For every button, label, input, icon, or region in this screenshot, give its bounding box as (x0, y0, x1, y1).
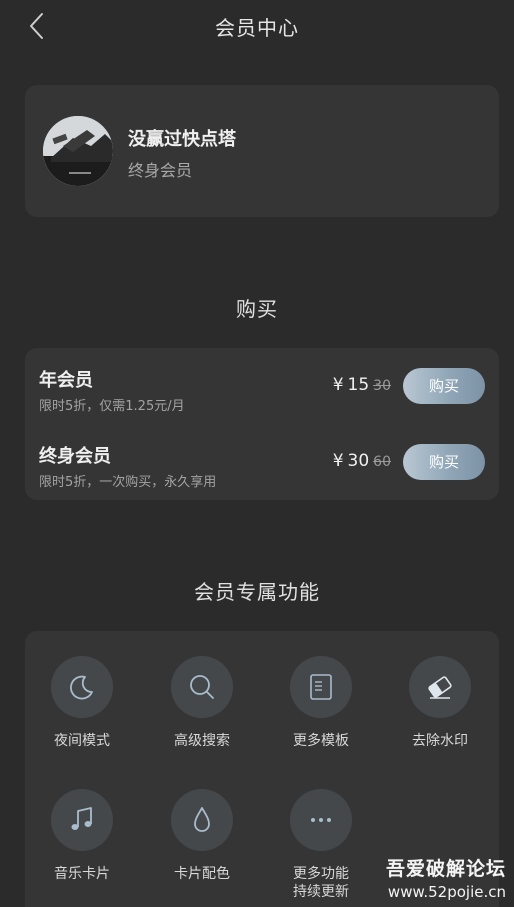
feature-label-line1: 更多功能 (293, 866, 349, 882)
feature-label: 更多功能 持续更新 (266, 865, 376, 901)
feature-label: 音乐卡片 (54, 866, 110, 882)
original-price: 60 (373, 454, 391, 470)
current-price: 30 (347, 451, 370, 471)
moon-icon (70, 675, 93, 700)
plan-description: 限时5折，一次购买，永久享用 (39, 475, 217, 490)
feature-icon-circle (409, 656, 471, 718)
watermark-title: 吾爱破解论坛 (385, 858, 506, 880)
profile-card: 没赢过快点塔 终身会员 (25, 85, 499, 217)
membership-page: 会员中心 没赢过快点塔 终身会员 购买 年会员 限时5折，仅需1.25元/月 ¥… (0, 0, 514, 907)
feature-more-templates[interactable]: 更多模板 (266, 656, 376, 750)
feature-icon-circle (171, 656, 233, 718)
feature-icon-circle (51, 789, 113, 851)
feature-label: 卡片配色 (174, 866, 230, 882)
original-price: 30 (373, 378, 391, 394)
search-icon (190, 675, 214, 699)
feature-icon-circle (290, 789, 352, 851)
more-dots-icon (311, 818, 331, 822)
plan-name: 年会员 (39, 370, 93, 391)
nav-header: 会员中心 (0, 0, 514, 56)
profile-name: 没赢过快点塔 (128, 129, 236, 150)
feature-label: 夜间模式 (54, 733, 110, 749)
feature-advanced-search[interactable]: 高级搜索 (147, 656, 257, 750)
feature-label: 去除水印 (412, 733, 468, 749)
music-note-icon (71, 807, 92, 830)
feature-icon-circle (171, 789, 233, 851)
feature-icon-circle (290, 656, 352, 718)
currency-symbol: ¥ (332, 451, 344, 471)
membership-status: 终身会员 (128, 161, 193, 180)
feature-icon-circle (51, 656, 113, 718)
features-section-title: 会员专属功能 (194, 580, 320, 604)
eraser-icon (428, 676, 452, 699)
feature-more-coming[interactable]: 更多功能 持续更新 (266, 789, 376, 901)
feature-remove-watermark[interactable]: 去除水印 (385, 656, 495, 750)
avatar-image (43, 116, 113, 186)
page-title: 会员中心 (215, 16, 299, 40)
feature-label: 高级搜索 (174, 733, 230, 749)
buy-lifetime-button[interactable]: 购买 (403, 444, 485, 480)
purchase-card: 年会员 限时5折，仅需1.25元/月 ¥15 30 购买 终身会员 限时5折，一次… (25, 348, 499, 500)
feature-card-color[interactable]: 卡片配色 (147, 789, 257, 883)
feature-label: 更多模板 (293, 733, 349, 749)
avatar[interactable] (43, 116, 113, 186)
template-icon (310, 674, 332, 700)
plan-row-annual: 年会员 限时5折，仅需1.25元/月 ¥15 30 购买 (25, 363, 499, 433)
current-price: 15 (347, 375, 370, 395)
buy-annual-button[interactable]: 购买 (403, 368, 485, 404)
feature-night-mode[interactable]: 夜间模式 (27, 656, 137, 750)
droplet-icon (194, 807, 210, 832)
watermark-url: www.52pojie.cn (387, 883, 506, 901)
plan-price: ¥15 30 (333, 375, 391, 395)
purchase-section-title: 购买 (236, 297, 278, 321)
plan-name: 终身会员 (39, 446, 111, 467)
feature-label-line2: 持续更新 (293, 884, 349, 900)
plan-description: 限时5折，仅需1.25元/月 (39, 399, 185, 414)
forum-watermark: 吾爱破解论坛 www.52pojie.cn (386, 854, 506, 901)
feature-music-card[interactable]: 音乐卡片 (27, 789, 137, 883)
currency-symbol: ¥ (332, 375, 344, 395)
plan-row-lifetime: 终身会员 限时5折，一次购买，永久享用 ¥30 60 购买 (25, 439, 499, 509)
plan-price: ¥30 60 (333, 451, 391, 471)
